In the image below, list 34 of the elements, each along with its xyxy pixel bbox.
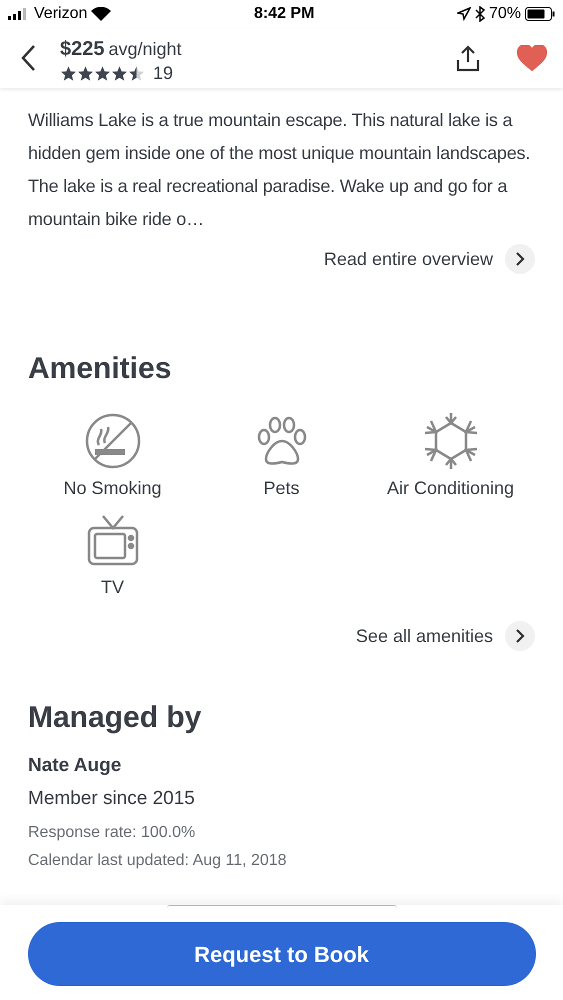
price-unit: avg/night	[108, 38, 182, 61]
amenity-label: Air Conditioning	[386, 477, 514, 500]
see-amenities-link[interactable]: See all amenities	[356, 622, 493, 650]
amenity-label: TV	[100, 576, 124, 599]
wifi-icon	[91, 7, 112, 21]
amenity-label: No Smoking	[63, 477, 162, 500]
price: $225	[60, 37, 104, 62]
overview-text: Williams Lake is a true mountain escape. This natural lake is a hidden gem inside one of the most unique mountain landscapes. The lake is a real recreational paradise. Wake up and go for a mountain bike ride o…	[27, 109, 532, 231]
member-since: Member since 2015	[28, 786, 195, 810]
response-rate: Response rate: 100.0%	[28, 823, 196, 843]
star-icon	[111, 64, 128, 82]
star-icon	[77, 64, 94, 82]
review-count: 19	[153, 64, 174, 82]
location-arrow-icon	[456, 7, 471, 21]
amenity-label: Pets	[263, 477, 300, 500]
battery-icon	[525, 7, 555, 21]
carrier-name: Verizon	[34, 4, 88, 24]
calendar-updated: Calendar last updated: Aug 11, 2018	[28, 851, 287, 871]
manager-name: Nate Auge	[28, 754, 122, 778]
heart-icon[interactable]	[517, 45, 547, 71]
request-to-book-button[interactable]: Request to Book	[28, 922, 536, 986]
clock-time: 8:42 PM	[254, 4, 314, 24]
share-icon[interactable]	[455, 44, 481, 72]
section-title: Managed by	[27, 700, 202, 736]
battery-percent: 70%	[488, 4, 521, 24]
read-overview-link[interactable]: Read entire overview	[324, 246, 493, 272]
section-title: Amenities	[27, 351, 172, 387]
star-icon	[128, 64, 145, 82]
chevron-icon[interactable]	[505, 244, 535, 274]
star-icon	[60, 64, 77, 82]
star-icon	[94, 64, 111, 82]
chevron-icon[interactable]	[505, 621, 535, 651]
back-icon[interactable]	[20, 44, 36, 72]
bluetooth-icon	[474, 6, 485, 22]
